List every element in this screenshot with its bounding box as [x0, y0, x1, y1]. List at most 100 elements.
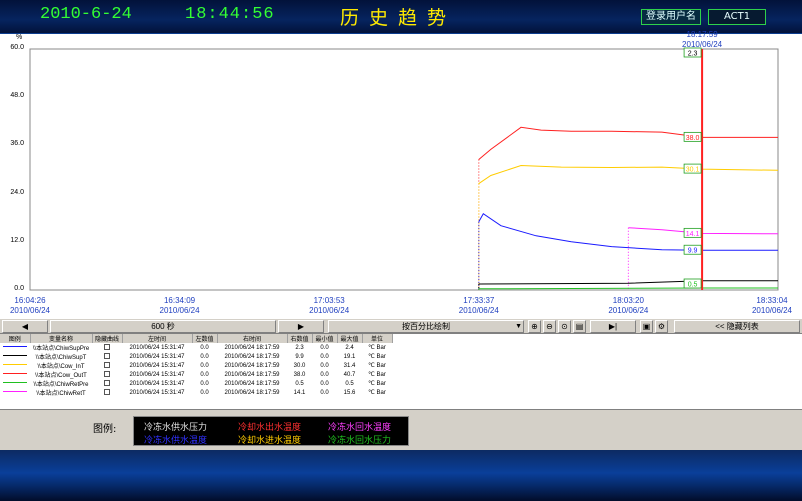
y-tick-label: 48.0 [10, 92, 24, 100]
table-cell [0, 361, 30, 370]
legend-item: 冷冻水供水温度 [144, 436, 208, 446]
table-cell [0, 379, 30, 388]
login-button[interactable]: 登录用户名 [641, 9, 701, 25]
table-cell: 2010/06/24 18:17:59 [224, 380, 280, 387]
table-cell: 2010/06/24 18:17:59 [224, 353, 280, 360]
table-cell: ℃ Bar [368, 363, 386, 369]
table-cell [0, 388, 30, 397]
table-cell: 0.0 [200, 389, 209, 396]
table-row[interactable]: \\本站点\ChiwSupT 2010/06/24 15:31:47 0.0 2010… [0, 352, 392, 361]
table-row[interactable]: \\本站点\Cow_InT 2010/06/24 15:31:47 0.0 2010/… [0, 361, 392, 370]
title-bar: 2010-6-24 18:44:56 历史趋势 登录用户名 ACT1 [0, 0, 802, 34]
table-header-cell: 隐藏曲线 [92, 334, 123, 343]
table-cell: \\本站点\ChiwRetT [36, 391, 86, 397]
table-cell: 0.0 [320, 344, 329, 351]
hide-curve-checkbox[interactable] [104, 389, 110, 396]
x-tick-label: 18:03:20 2010/06/24 [608, 296, 649, 315]
table-cell: 2010/06/24 15:31:47 [129, 389, 185, 396]
go-latest-button[interactable]: ▶| [590, 320, 636, 333]
svg-text:14.1: 14.1 [686, 231, 700, 238]
table-cell: 31.4 [343, 362, 356, 369]
trend-plot[interactable]: 2.3 38.0 30.1 14.1 9.9 0.5 [0, 34, 802, 318]
legend-item: 冷冻水供水压力 [144, 423, 208, 433]
legend-swatch [3, 364, 27, 366]
table-cell: 2010/06/24 18:17:59 [224, 362, 280, 369]
save-icon[interactable]: ▣ [640, 320, 653, 333]
table-cell: 2010/06/24 15:31:47 [129, 344, 185, 351]
hide-curve-checkbox[interactable] [104, 362, 110, 369]
table-header-cell: 右数值 [287, 334, 313, 343]
table-header-cell: 最大值 [337, 334, 363, 343]
table-cell: 2010/06/24 15:31:47 [129, 362, 185, 369]
table-cell: 2010/06/24 18:17:59 [224, 371, 280, 378]
scroll-right-button[interactable]: ▶ [278, 320, 324, 333]
legend-swatch [3, 382, 27, 384]
print-icon[interactable]: ▤ [573, 320, 586, 333]
table-row[interactable]: \\本站点\Cow_OutT 2010/06/24 15:31:47 0.0 2010… [0, 370, 392, 379]
x-tick-label: 16:34:09 2010/06/24 [159, 296, 200, 315]
legend-item: 冷冻水回水压力 [328, 436, 392, 446]
hide-curve-checkbox[interactable] [104, 380, 110, 387]
table-cell: 2010/06/24 18:17:59 [224, 344, 280, 351]
table-cell: \\本站点\ChiwSupT [35, 355, 87, 361]
hide-list-button[interactable]: << 隐藏列表 [674, 320, 800, 333]
cursor-time-label: 18:17:59 2010/06/24 [682, 30, 723, 49]
x-tick-label: 18:33:04 2010/06/24 [751, 296, 793, 315]
table-cell [0, 343, 30, 352]
scroll-left-button[interactable]: ◀ [2, 320, 48, 333]
table-cell: 2.4 [345, 344, 354, 351]
table-cell [0, 370, 30, 379]
legend-item: 冷冻水回水温度 [328, 423, 392, 433]
table-header-cell: 单位 [362, 334, 393, 343]
table-cell: 2010/06/24 18:17:59 [224, 389, 280, 396]
table-cell: 9.9 [295, 353, 304, 360]
cursor-value-label: 0.5 [683, 278, 702, 289]
current-time: 18:44:56 [185, 5, 275, 24]
legend-item: 冷却水出水温度 [238, 423, 302, 433]
table-row[interactable]: \\本站点\ChiwSupPre 2010/06/24 15:31:47 0.0 20… [0, 343, 392, 352]
draw-mode-select[interactable]: 按百分比绘制 ▼ [328, 320, 524, 333]
trend-toolbar: ◀ 600 秒 ▶ 按百分比绘制 ▼ ⊕ ⊖ ⊙ ▤ ▶| ▣ ⚙ << 隐藏列… [0, 318, 802, 334]
draw-mode-label: 按百分比绘制 [402, 322, 450, 331]
y-tick-label: 12.0 [10, 236, 24, 244]
table-cell [92, 343, 122, 352]
hide-curve-checkbox[interactable] [104, 344, 110, 351]
table-cell: 2010/06/24 15:31:47 [129, 353, 185, 360]
x-tick-label: 17:33:37 2010/06/24 [458, 296, 499, 315]
table-cell: 2.3 [295, 344, 304, 351]
table-row[interactable]: \\本站点\ChiwRetT 2010/06/24 15:31:47 0.0 2010… [0, 388, 392, 397]
legend-swatch [3, 355, 27, 357]
table-cell: 40.7 [343, 371, 356, 378]
chevron-down-icon: ▼ [515, 323, 522, 330]
table-cell: \\本站点\ChiwRetPre [33, 382, 89, 388]
legend-label: 图例: [93, 424, 117, 435]
table-cell: 0.0 [320, 380, 329, 387]
cursor-value-label: 9.9 [683, 244, 702, 255]
table-header-cell: 左时间 [122, 334, 193, 343]
table-cell: ℃ Bar [368, 372, 386, 378]
legend-swatch [3, 346, 27, 348]
y-tick-label: 36.0 [10, 140, 24, 148]
time-span-field[interactable]: 600 秒 [50, 320, 276, 333]
table-cell: 14.1 [293, 389, 306, 396]
table-cell: 0.0 [200, 380, 209, 387]
zoom-reset-icon[interactable]: ⊙ [558, 320, 571, 333]
table-cell: 0.5 [345, 380, 354, 387]
zoom-out-icon[interactable]: ⊖ [543, 320, 556, 333]
settings-icon[interactable]: ⚙ [655, 320, 668, 333]
table-header-row: 图例 变量名称 隐藏曲线 左时间 左数值 右时间 右数值 最小值 最大值 单位 [0, 334, 393, 343]
table-cell [0, 352, 30, 361]
hide-curve-checkbox[interactable] [104, 353, 110, 360]
legend-swatch [3, 391, 27, 393]
legend-swatch [3, 373, 27, 375]
table-cell: 30.0 [293, 362, 306, 369]
table-cell [92, 361, 122, 370]
table-cell: 2010/06/24 15:31:47 [129, 371, 185, 378]
legend-box: 冷冻水供水压力 冷却水出水温度 冷冻水回水温度 冷冻水供水温度 冷却水进水温度 冷冻水回水… [133, 416, 409, 446]
table-cell: ℃ Bar [368, 354, 386, 360]
zoom-in-icon[interactable]: ⊕ [528, 320, 541, 333]
table-row[interactable]: \\本站点\ChiwRetPre 2010/06/24 15:31:47 0.0 20… [0, 379, 392, 388]
legend-panel: 图例: 冷冻水供水压力 冷却水出水温度 冷冻水回水温度 冷冻水供水温度 冷却水进水温度冷… [0, 410, 802, 450]
y-tick-label: 24.0 [10, 188, 24, 196]
hide-curve-checkbox[interactable] [104, 371, 110, 378]
